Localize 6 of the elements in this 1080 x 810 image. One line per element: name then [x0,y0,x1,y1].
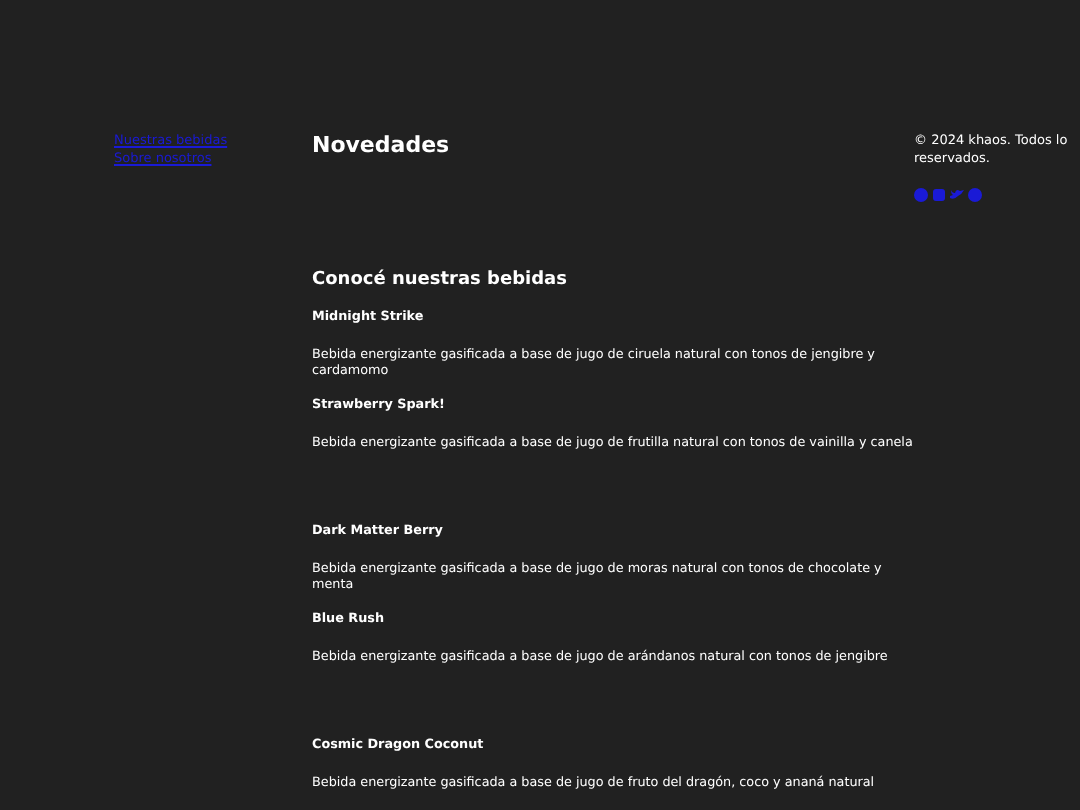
square-icon[interactable] [932,187,946,202]
circle-icon[interactable] [968,187,982,202]
section-heading: Conocé nuestras bebidas [312,270,569,292]
page-title: Novedades [312,132,452,159]
bird-icon[interactable] [950,187,964,202]
circle-icon[interactable] [914,187,928,202]
